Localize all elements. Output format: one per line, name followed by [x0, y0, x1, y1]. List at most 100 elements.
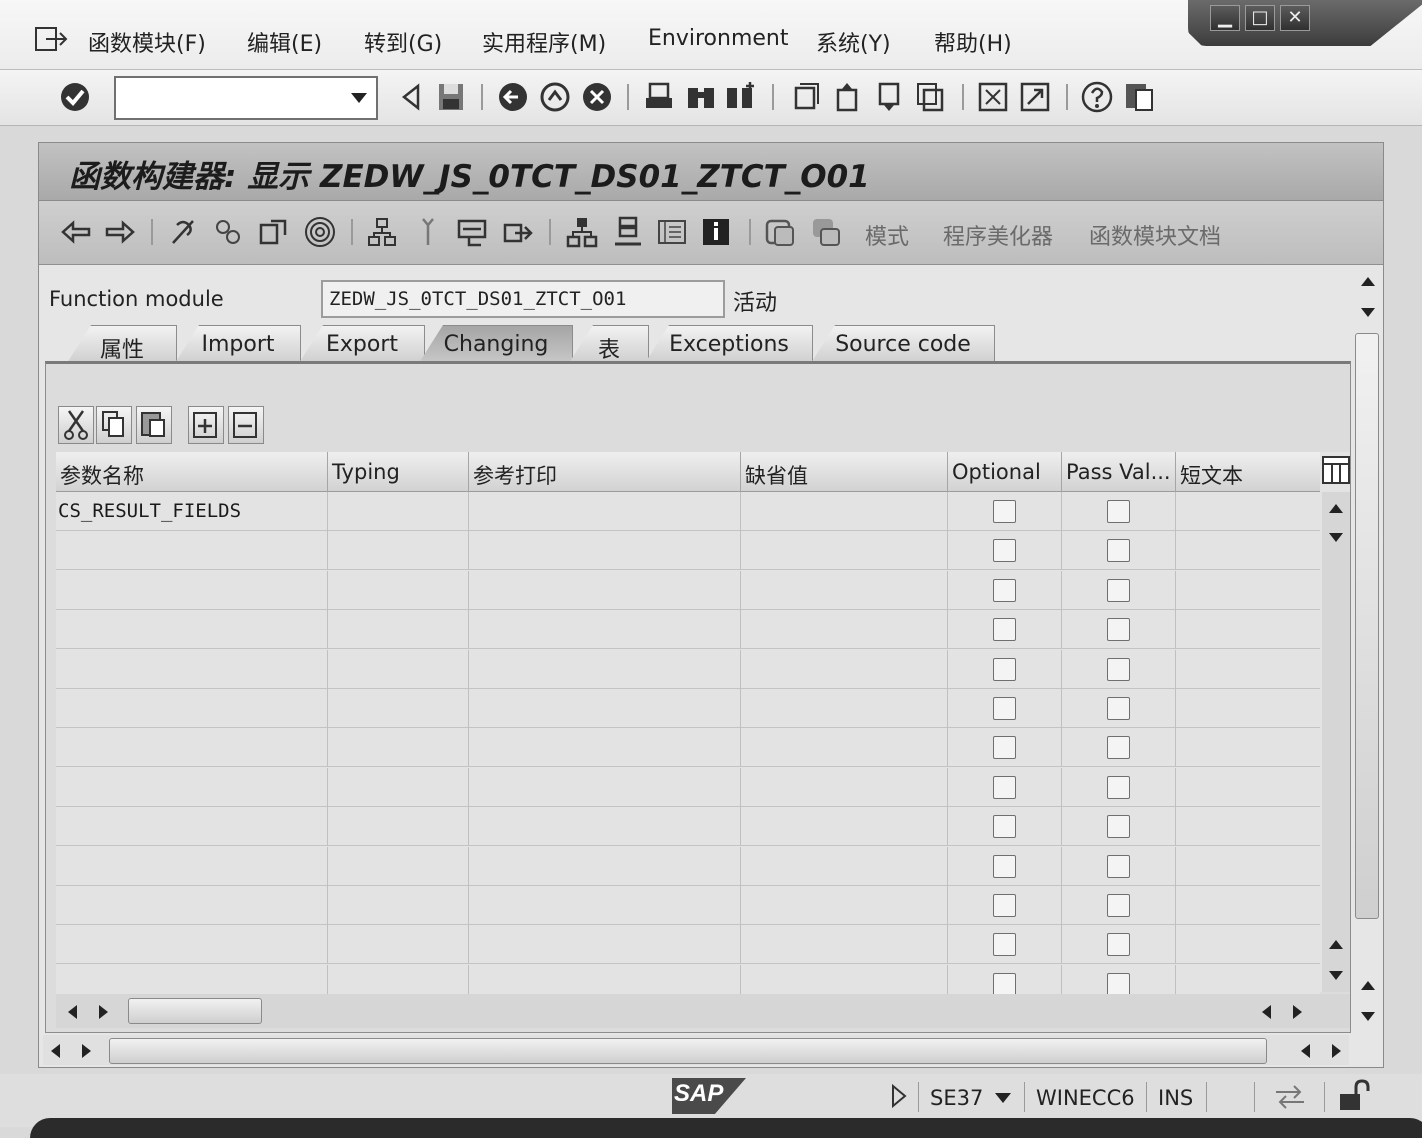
scroll-down-icon[interactable]	[1360, 1011, 1376, 1023]
menu-system[interactable]: 系统(Y)	[816, 26, 891, 58]
enter-check-icon[interactable]	[58, 80, 92, 114]
paste-button[interactable]	[136, 406, 172, 444]
column-header-typing[interactable]: Typing	[328, 452, 469, 492]
pass-value-checkbox[interactable]	[1107, 618, 1130, 642]
table-cell-typing[interactable]	[328, 767, 469, 807]
shortcut-icon[interactable]	[1018, 80, 1052, 114]
print-icon[interactable]	[642, 80, 676, 114]
pass-value-checkbox[interactable]	[1107, 539, 1130, 563]
export-icon[interactable]	[501, 215, 535, 249]
pass-value-checkbox[interactable]	[1107, 854, 1130, 878]
pattern-icon[interactable]	[763, 215, 797, 249]
pass-value-checkbox[interactable]	[1107, 697, 1130, 720]
table-cell-name[interactable]	[56, 610, 328, 650]
table-cell-reference[interactable]	[469, 689, 741, 728]
last-page-icon[interactable]	[914, 80, 948, 114]
scroll-thumb[interactable]	[128, 998, 262, 1024]
menu-edit[interactable]: 编辑(E)	[247, 26, 322, 58]
table-cell-typing[interactable]	[328, 925, 469, 965]
optional-checkbox[interactable]	[993, 815, 1016, 839]
table-cell-default[interactable]	[741, 886, 948, 925]
scroll-up-icon[interactable]	[1360, 275, 1376, 287]
column-header-optional[interactable]: Optional	[948, 452, 1062, 492]
menu-utilities[interactable]: 实用程序(M)	[482, 26, 606, 58]
table-cell-default[interactable]	[741, 649, 948, 689]
cut-button[interactable]	[58, 406, 94, 444]
table-horizontal-scrollbar[interactable]	[56, 994, 1350, 1028]
scroll-left-icon[interactable]	[1260, 1004, 1272, 1020]
table-cell-short-text[interactable]	[1176, 886, 1320, 925]
table-cell-name[interactable]: CS_RESULT_FIELDS	[56, 492, 328, 531]
column-header-pass-value[interactable]: Pass Val...	[1062, 452, 1176, 492]
optional-checkbox[interactable]	[993, 697, 1016, 720]
tab-changing[interactable]: Changing	[419, 325, 573, 363]
pass-value-checkbox[interactable]	[1107, 933, 1130, 957]
other-object-icon[interactable]	[211, 215, 245, 249]
column-header-short-text[interactable]: 短文本	[1176, 452, 1320, 492]
menu-exit-icon[interactable]	[34, 24, 68, 54]
table-cell-short-text[interactable]	[1176, 847, 1320, 886]
scroll-down-icon[interactable]	[1328, 970, 1344, 982]
pattern-button[interactable]: 模式	[865, 219, 909, 251]
function-module-doc-button[interactable]: 函数模块文档	[1089, 219, 1221, 251]
cancel-icon[interactable]	[580, 80, 614, 114]
next-page-icon[interactable]	[872, 80, 906, 114]
display-change-icon[interactable]	[167, 215, 201, 249]
forward-arrow-icon[interactable]	[103, 215, 137, 249]
tab-exceptions[interactable]: Exceptions	[645, 325, 813, 363]
scroll-right-icon[interactable]	[81, 1043, 93, 1059]
optional-checkbox[interactable]	[993, 500, 1016, 523]
optional-checkbox[interactable]	[993, 972, 1016, 996]
column-header-parameter-name[interactable]: 参数名称	[56, 452, 328, 492]
scroll-up-icon[interactable]	[1328, 502, 1344, 514]
breakpoint-icon[interactable]	[411, 215, 445, 249]
optional-checkbox[interactable]	[993, 775, 1016, 799]
table-cell-short-text[interactable]	[1176, 571, 1320, 610]
table-cell-reference[interactable]	[469, 492, 741, 531]
table-cell-typing[interactable]	[328, 886, 469, 925]
command-dropdown-icon[interactable]	[350, 92, 368, 104]
command-input[interactable]	[120, 82, 340, 114]
optional-checkbox[interactable]	[993, 736, 1016, 760]
table-cell-default[interactable]	[741, 846, 948, 886]
table-cell-reference[interactable]	[469, 886, 741, 925]
delete-row-button[interactable]	[228, 406, 264, 444]
copy-button[interactable]	[96, 406, 132, 444]
table-cell-reference[interactable]	[469, 531, 741, 571]
pass-value-checkbox[interactable]	[1107, 972, 1130, 996]
test-icon[interactable]	[455, 215, 489, 249]
scroll-down-icon[interactable]	[1328, 532, 1344, 544]
scroll-thumb[interactable]	[109, 1038, 1267, 1064]
tab-attributes[interactable]: 属性	[67, 325, 177, 363]
save-icon[interactable]	[434, 80, 468, 114]
table-cell-short-text[interactable]	[1176, 650, 1320, 689]
optional-checkbox[interactable]	[993, 933, 1016, 957]
scroll-right-icon[interactable]	[1292, 1004, 1304, 1020]
table-cell-default[interactable]	[741, 767, 948, 807]
pretty-printer-button[interactable]: 程序美化器	[943, 219, 1053, 251]
table-cell-typing[interactable]	[328, 610, 469, 650]
pass-value-checkbox[interactable]	[1107, 500, 1130, 523]
table-cell-name[interactable]	[56, 886, 328, 925]
optional-checkbox[interactable]	[993, 657, 1016, 681]
table-cell-typing[interactable]	[328, 689, 469, 728]
scroll-left-icon[interactable]	[49, 1043, 61, 1059]
maximize-button[interactable]: □	[1245, 5, 1275, 31]
tab-import[interactable]: Import	[175, 325, 301, 363]
table-cell-short-text[interactable]	[1176, 492, 1320, 531]
scroll-left-icon[interactable]	[66, 1004, 78, 1020]
table-cell-default[interactable]	[741, 925, 948, 965]
table-cell-name[interactable]	[56, 531, 328, 571]
table-cell-name[interactable]	[56, 570, 328, 610]
optional-checkbox[interactable]	[993, 618, 1016, 642]
tab-tables[interactable]: 表	[569, 325, 649, 363]
table-cell-reference[interactable]	[469, 767, 741, 807]
table-cell-typing[interactable]	[328, 846, 469, 886]
check-icon[interactable]	[257, 215, 291, 249]
table-cell-typing[interactable]	[328, 649, 469, 689]
table-cell-typing[interactable]	[328, 492, 469, 531]
info-icon[interactable]	[699, 215, 733, 249]
stack-icon[interactable]	[611, 215, 645, 249]
menu-help[interactable]: 帮助(H)	[934, 26, 1012, 58]
table-cell-short-text[interactable]	[1176, 807, 1320, 846]
